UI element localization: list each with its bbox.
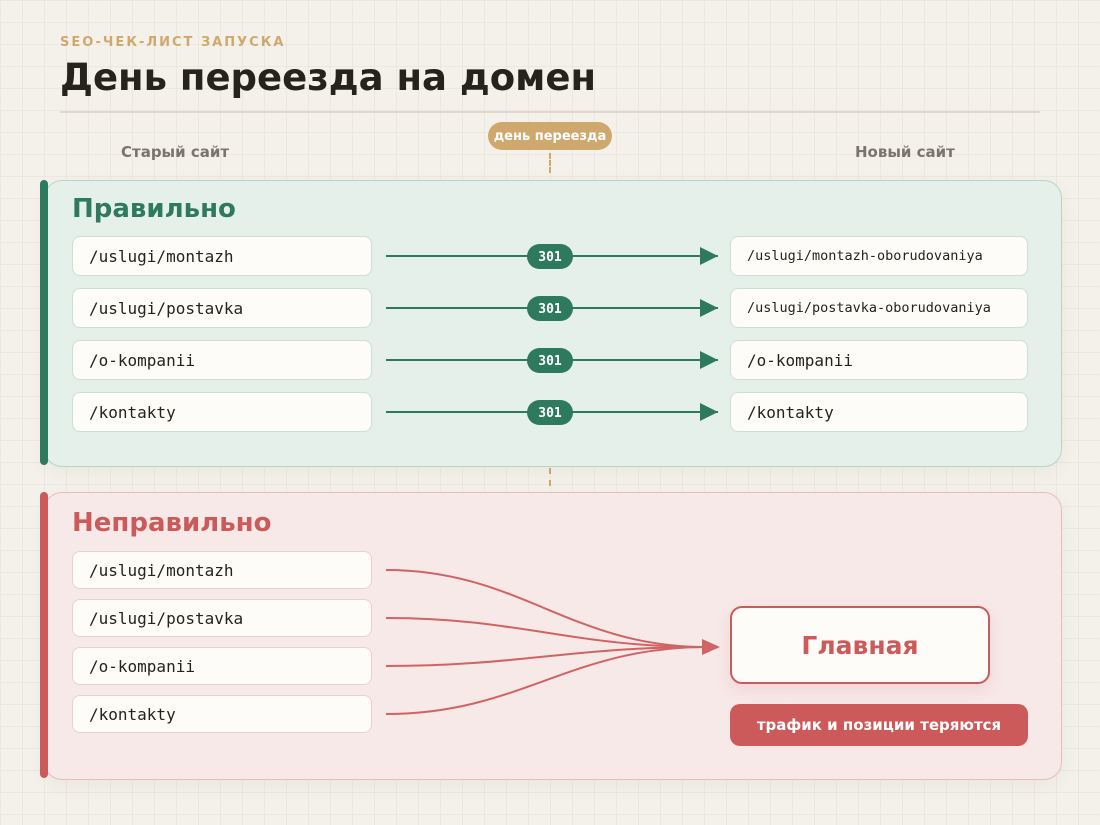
redirect-arrows: 301 301 301 301 (385, 244, 720, 715)
svg-text:301: 301 (538, 354, 562, 369)
wrong-redirect-curve (385, 569, 707, 648)
redirect-code-badge: 301 (527, 244, 573, 269)
svg-text:301: 301 (538, 406, 562, 421)
redirect-code-badge: 301 (527, 296, 573, 321)
svg-text:301: 301 (538, 250, 562, 265)
redirect-code-badge: 301 (527, 400, 573, 425)
wrong-redirect-arrowhead (702, 639, 720, 655)
traffic-loss-warning: трафик и позиции теряются (730, 704, 1028, 746)
homepage-target-box: Главная (730, 606, 990, 684)
redirect-code-badge: 301 (527, 348, 573, 373)
svg-text:301: 301 (538, 302, 562, 317)
